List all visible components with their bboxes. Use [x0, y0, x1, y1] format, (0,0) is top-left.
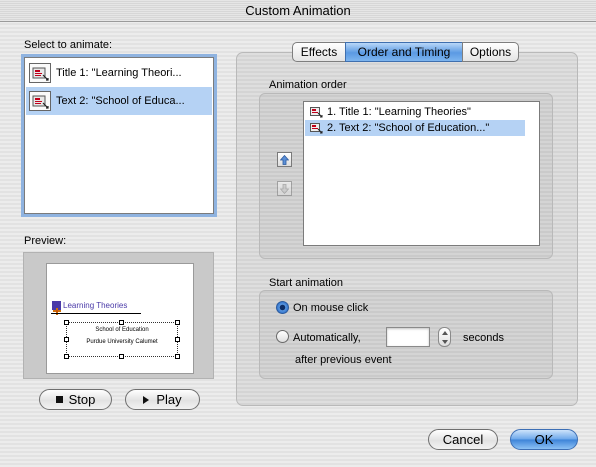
- order-item-1[interactable]: 1. Title 1: "Learning Theories": [305, 104, 538, 120]
- preview-slide: Learning Theories School of Education Pu…: [46, 263, 194, 374]
- move-down-button[interactable]: [277, 181, 292, 196]
- on-mouse-click-label: On mouse click: [293, 302, 369, 314]
- arrow-up-icon: [280, 154, 289, 165]
- tab-effects-label: Effects: [300, 45, 338, 59]
- on-mouse-click-radio[interactable]: [276, 301, 289, 314]
- animation-object-icon: [310, 106, 323, 117]
- order-item-label: 1. Title 1: "Learning Theories": [327, 106, 471, 118]
- stop-icon: [55, 396, 63, 403]
- slide-text-line-2: Purdue University Calumet: [86, 339, 158, 345]
- animation-order-label: Animation order: [269, 79, 347, 91]
- play-button-label: Play: [156, 392, 182, 407]
- stop-button-label: Stop: [68, 392, 96, 407]
- move-up-button[interactable]: [277, 152, 292, 167]
- seconds-input[interactable]: [386, 327, 430, 347]
- order-item-2[interactable]: 2. Text 2: "School of Education...": [305, 120, 525, 136]
- automatically-radio[interactable]: [276, 330, 289, 343]
- preview-label: Preview:: [24, 235, 67, 247]
- animation-object-icon: [310, 122, 323, 133]
- stepper-down-icon[interactable]: [439, 337, 450, 346]
- seconds-stepper[interactable]: [438, 327, 451, 347]
- after-previous-event-label: after previous event: [295, 354, 392, 366]
- select-to-animate-label: Select to animate:: [24, 39, 113, 51]
- arrow-down-icon: [280, 183, 289, 194]
- preview-panel: Learning Theories School of Education Pu…: [23, 252, 214, 379]
- window-title: Custom Animation: [245, 3, 351, 18]
- slide-divider: [51, 313, 141, 314]
- automatically-label: Automatically,: [293, 332, 361, 344]
- play-icon: [143, 395, 150, 404]
- window-title-bar: Custom Animation: [0, 0, 596, 22]
- cancel-button[interactable]: Cancel: [428, 429, 498, 450]
- stop-button[interactable]: Stop: [39, 389, 112, 410]
- seconds-label: seconds: [463, 332, 504, 344]
- cancel-button-label: Cancel: [442, 432, 484, 447]
- slide-text-box: School of Education Purdue University Ca…: [64, 320, 180, 359]
- tab-options-label: Options: [469, 45, 512, 59]
- slide-title: Learning Theories: [63, 301, 128, 310]
- tab-order-and-timing[interactable]: Order and Timing: [345, 42, 463, 62]
- order-item-label: 2. Text 2: "School of Education...": [327, 122, 490, 134]
- tab-effects[interactable]: Effects: [292, 42, 346, 62]
- ok-button[interactable]: OK: [510, 429, 578, 450]
- play-button[interactable]: Play: [125, 389, 200, 410]
- tab-options[interactable]: Options: [462, 42, 519, 62]
- select-item-label: Title 1: "Learning Theori...: [56, 67, 182, 79]
- tab-order-and-timing-label: Order and Timing: [357, 45, 451, 59]
- animation-object-icon: [29, 91, 51, 111]
- animation-object-icon: [29, 63, 51, 83]
- tab-bar: Effects Order and Timing Options: [292, 42, 519, 62]
- animation-order-list[interactable]: 1. Title 1: "Learning Theories" 2. Text …: [303, 101, 540, 246]
- slide-text-line-1: School of Education: [95, 327, 149, 333]
- select-to-animate-list[interactable]: Title 1: "Learning Theori... Text 2: "Sc…: [24, 57, 214, 214]
- select-item-title[interactable]: Title 1: "Learning Theori...: [26, 59, 212, 87]
- select-item-label: Text 2: "School of Educa...: [56, 95, 185, 107]
- select-item-text[interactable]: Text 2: "School of Educa...: [26, 87, 212, 115]
- stepper-up-icon[interactable]: [439, 328, 450, 337]
- start-animation-label: Start animation: [269, 277, 343, 289]
- ok-button-label: OK: [534, 432, 554, 447]
